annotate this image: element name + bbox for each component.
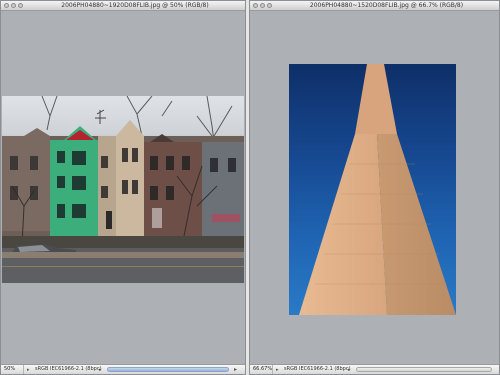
- window-controls-right: [253, 3, 272, 8]
- window-title-left: 2006PH04880~1920D08FLIB.jpg @ 50% (RGB/8…: [61, 2, 209, 9]
- statusbar-left: 50% ▸ sRGB IEC61966-2.1 (8bpc) ▸ ▸: [1, 364, 245, 374]
- statusbar-right: 66.67% ▸ sRGB IEC61966-2.1 (8bpc) ▸: [250, 364, 499, 374]
- minimize-icon[interactable]: [260, 3, 265, 8]
- zoom-field-right[interactable]: 66.67%: [253, 365, 273, 374]
- minimize-icon[interactable]: [11, 3, 16, 8]
- obelisk-image: [299, 64, 456, 315]
- zoom-field-left[interactable]: 50%: [4, 365, 24, 374]
- horizontal-scrollbar-left[interactable]: [107, 367, 229, 372]
- close-icon[interactable]: [4, 3, 9, 8]
- horizontal-scrollbar-right[interactable]: [356, 367, 492, 372]
- document-canvas-right[interactable]: [250, 12, 499, 364]
- titlebar-right[interactable]: 2006PH04880~1520D08FLIB.jpg @ 66.7% (RGB…: [250, 1, 499, 11]
- info-menu-icon[interactable]: ▸: [99, 367, 102, 373]
- zoom-icon[interactable]: [18, 3, 23, 8]
- info-menu-icon[interactable]: ▸: [348, 367, 351, 373]
- document-profile-left: sRGB IEC61966-2.1 (8bpc): [35, 366, 102, 372]
- info-menu-icon[interactable]: ▸: [27, 367, 30, 373]
- window-title-right: 2006PH04880~1520D08FLIB.jpg @ 66.7% (RGB…: [309, 2, 464, 9]
- close-icon[interactable]: [253, 3, 258, 8]
- scroll-right-icon[interactable]: ▸: [234, 366, 237, 373]
- info-menu-icon[interactable]: ▸: [276, 367, 279, 373]
- document-canvas-left[interactable]: [1, 12, 245, 364]
- photo-row-houses: [2, 96, 244, 283]
- window-controls-left: [4, 3, 23, 8]
- document-window-right[interactable]: 2006PH04880~1520D08FLIB.jpg @ 66.7% (RGB…: [249, 0, 500, 375]
- document-profile-right: sRGB IEC61966-2.1 (8bpc): [284, 366, 351, 372]
- zoom-icon[interactable]: [267, 3, 272, 8]
- photo-obelisk: [289, 64, 456, 315]
- row-houses-image: [2, 96, 244, 283]
- titlebar-left[interactable]: 2006PH04880~1920D08FLIB.jpg @ 50% (RGB/8…: [1, 1, 245, 11]
- document-window-left[interactable]: 2006PH04880~1920D08FLIB.jpg @ 50% (RGB/8…: [0, 0, 246, 375]
